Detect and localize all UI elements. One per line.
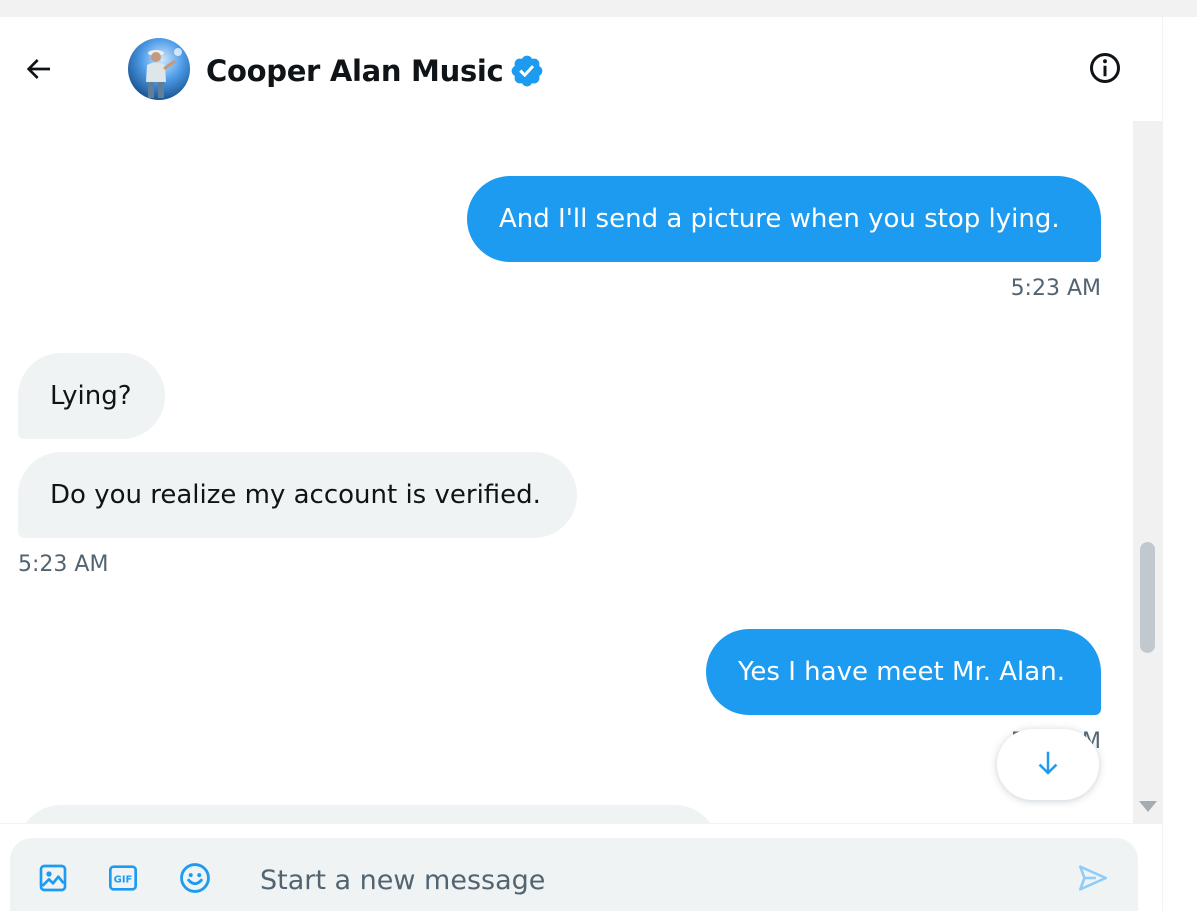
message-text: Lying?	[50, 381, 132, 411]
message-text: Do you realize my account is verified.	[50, 480, 541, 510]
column-divider	[1162, 17, 1163, 911]
message-bubble-incoming[interactable]	[18, 805, 718, 823]
conversation-title-group[interactable]: Cooper Alan Music	[206, 51, 545, 91]
message-input[interactable]	[260, 855, 1040, 905]
scrollbar-thumb[interactable]	[1140, 542, 1155, 653]
message-text: Yes I have meet Mr. Alan.	[738, 657, 1065, 687]
arrow-down-icon	[1033, 748, 1063, 782]
gif-icon: GIF	[107, 862, 139, 898]
message-bubble-incoming[interactable]: Lying?	[18, 353, 165, 439]
message-text: And I'll send a picture when you stop ly…	[499, 204, 1060, 234]
back-button[interactable]	[15, 48, 61, 94]
message-composer: GIF	[10, 838, 1138, 911]
verified-badge-icon	[509, 53, 545, 89]
conversation-title: Cooper Alan Music	[206, 54, 504, 88]
svg-text:GIF: GIF	[114, 875, 133, 886]
scrollbar[interactable]	[1133, 121, 1162, 823]
image-icon	[37, 862, 69, 898]
conversation-info-button[interactable]	[1082, 47, 1128, 93]
message-bubble-incoming[interactable]: Do you realize my account is verified.	[18, 452, 577, 538]
add-emoji-button[interactable]	[175, 860, 215, 900]
scroll-to-bottom-button[interactable]	[997, 729, 1099, 800]
send-icon	[1076, 861, 1110, 899]
conversation-header: Cooper Alan Music	[0, 17, 1162, 121]
add-image-button[interactable]	[33, 860, 73, 900]
avatar[interactable]	[128, 38, 190, 100]
arrow-left-icon	[22, 53, 54, 89]
send-button[interactable]	[1073, 860, 1113, 900]
emoji-icon	[178, 861, 212, 899]
message-list[interactable]: And I'll send a picture when you stop ly…	[0, 121, 1133, 823]
message-timestamp: 5:23 AM	[18, 552, 109, 577]
browser-top-strip	[0, 0, 1197, 17]
message-bubble-outgoing[interactable]: And I'll send a picture when you stop ly…	[467, 176, 1101, 262]
message-bubble-outgoing[interactable]: Yes I have meet Mr. Alan.	[706, 629, 1101, 715]
add-gif-button[interactable]: GIF	[103, 860, 143, 900]
message-timestamp: 5:23 AM	[1010, 276, 1101, 301]
scroll-down-arrow-icon[interactable]	[1139, 801, 1157, 812]
info-circle-icon	[1087, 50, 1123, 90]
